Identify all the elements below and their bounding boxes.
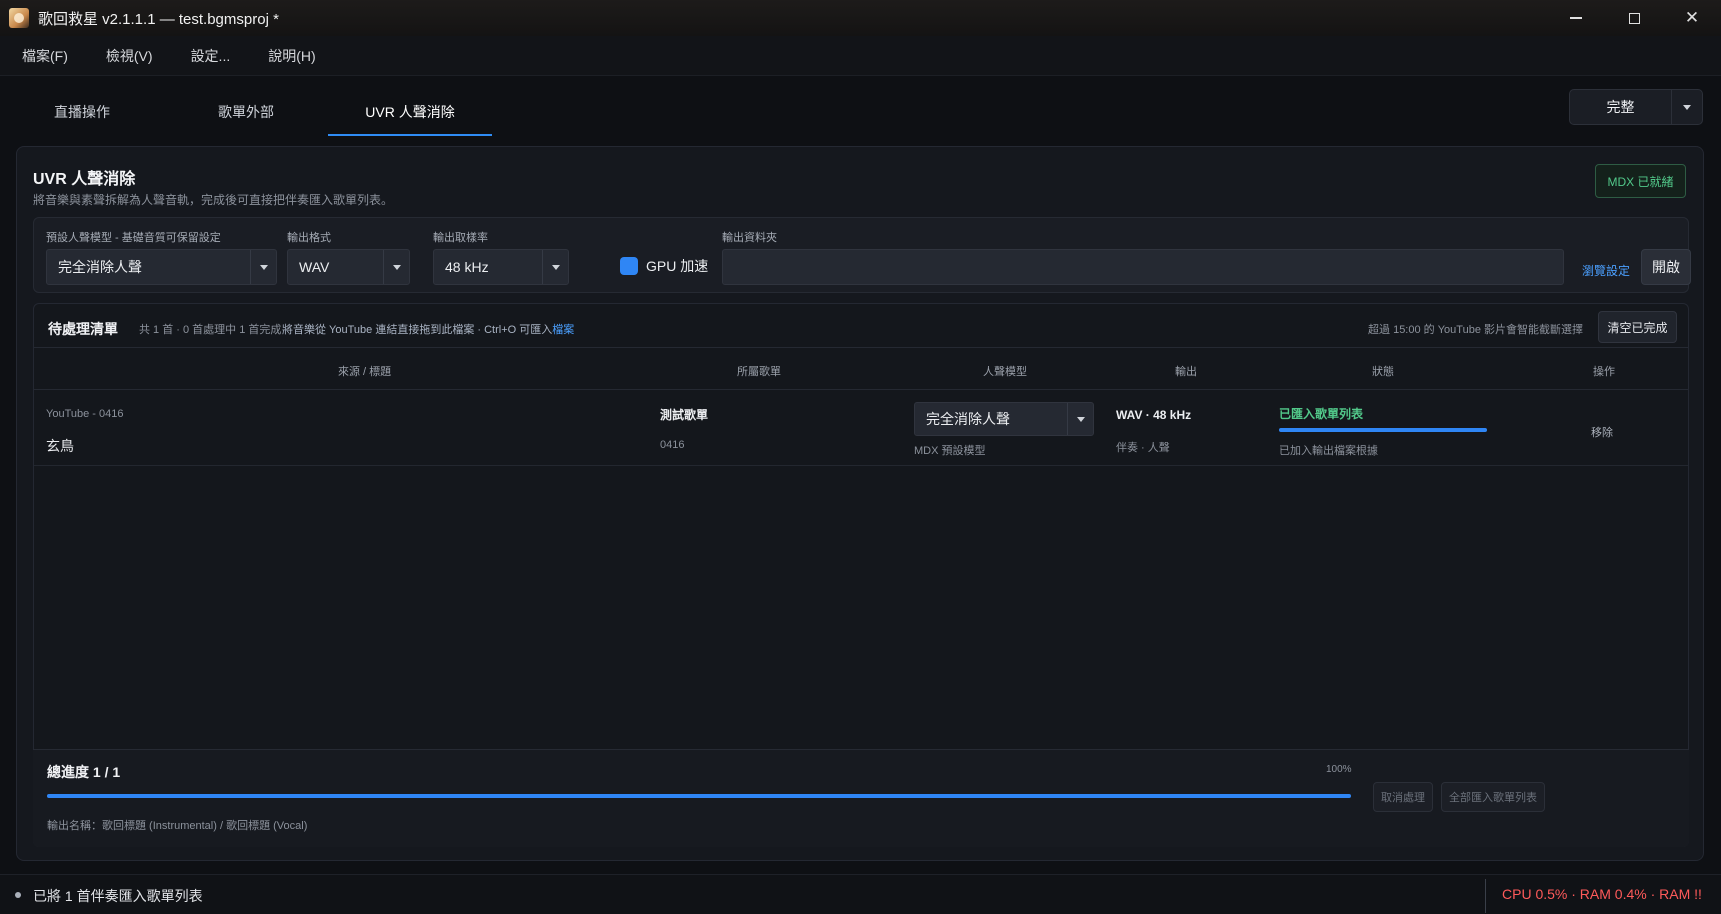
- row-status-sub: 已加入輸出檔案根據: [1279, 445, 1378, 457]
- row-playlist-id: 0416: [660, 439, 685, 451]
- row-progress-fill: [1279, 428, 1487, 432]
- output-folder-input[interactable]: [722, 249, 1564, 285]
- output-folder-label: 輸出資料夾: [722, 232, 777, 244]
- col-status: 狀態: [1372, 366, 1394, 378]
- col-action: 操作: [1593, 366, 1615, 378]
- menu-bar: 檔案(F) 檢視(V) 設定... 說明(H): [0, 36, 1721, 76]
- uvr-panel: UVR 人聲消除 將音樂與素聲拆解為人聲音軌，完成後可直接把伴奏匯入歌單列表。 …: [16, 146, 1704, 861]
- model-label: 預設人聲模型 - 基礎音質可保留設定: [46, 232, 221, 244]
- total-progress-fill: [47, 794, 1351, 798]
- queue-hint-text: 將音樂從 YouTube 連結直接拖到此檔案 · Ctrl+O 可匯入: [282, 324, 553, 336]
- resource-usage: CPU 0.5% · RAM 0.4% · RAM !!: [1502, 886, 1702, 902]
- output-name-format: 輸出名稱：歌回標題 (Instrumental) / 歌回標題 (Vocal): [47, 820, 308, 832]
- row-remove-button[interactable]: 移除: [1591, 424, 1613, 440]
- row-title: 玄鳥: [46, 438, 74, 454]
- mdx-status-badge: MDX 已就緒: [1595, 164, 1686, 198]
- tab-playlist-external[interactable]: 歌單外部: [164, 88, 328, 136]
- queue-hint: 將音樂從 YouTube 連結直接拖到此檔案 · Ctrl+O 可匯入檔案: [282, 321, 574, 337]
- chevron-down-icon: [392, 264, 401, 270]
- window-controls: ✕: [1547, 0, 1721, 36]
- main-tabs: 直播操作 歌單外部 UVR 人聲消除: [0, 88, 492, 136]
- total-progress-section: 總進度 1 / 1 100% 輸出名稱：歌回標題 (Instrumental) …: [33, 749, 1689, 847]
- window-title: 歌回救星 v2.1.1.1 — test.bgmsproj *: [38, 10, 279, 28]
- sample-rate-label: 輸出取樣率: [433, 232, 488, 244]
- sample-rate-select[interactable]: 48 kHz: [433, 249, 569, 285]
- menu-view[interactable]: 檢視(V): [98, 42, 161, 70]
- model-select-value: 完全消除人聲: [58, 259, 142, 275]
- row-model-select[interactable]: 完全消除人聲: [914, 402, 1094, 436]
- queue-title: 待處理清單: [48, 321, 118, 337]
- maximize-button[interactable]: [1605, 0, 1663, 36]
- row-model-value: 完全消除人聲: [926, 411, 1010, 427]
- row-source: YouTube - 0416: [46, 408, 124, 420]
- row-playlist: 測試歌單: [660, 408, 709, 422]
- maximize-icon: [1628, 12, 1640, 24]
- menu-help[interactable]: 說明(H): [260, 42, 323, 70]
- gpu-checkbox[interactable]: [620, 257, 638, 275]
- total-progress-bar: [47, 794, 1351, 798]
- col-playlist: 所屬歌單: [737, 366, 781, 378]
- close-button[interactable]: ✕: [1663, 0, 1721, 36]
- col-source: 來源 / 標題: [338, 366, 392, 378]
- chevron-down-icon: [1683, 104, 1691, 110]
- tab-uvr-vocal-removal[interactable]: UVR 人聲消除: [328, 88, 492, 136]
- queue-count: 共 1 首 · 0 首處理中 1 首完成: [139, 324, 282, 336]
- sample-rate-select-value: 48 kHz: [445, 259, 489, 275]
- col-output: 輸出: [1175, 366, 1197, 378]
- row-status: 已匯入歌單列表: [1279, 407, 1364, 421]
- import-all-button[interactable]: 全部匯入歌單列表: [1441, 782, 1545, 812]
- tab-live-operation[interactable]: 直播操作: [0, 88, 164, 136]
- mode-button[interactable]: 完整: [1570, 90, 1671, 124]
- menu-settings[interactable]: 設定...: [183, 42, 239, 70]
- settings-bar: 預設人聲模型 - 基礎音質可保留設定 完全消除人聲 輸出格式 WAV 輸出取樣率…: [33, 217, 1691, 293]
- model-select[interactable]: 完全消除人聲: [46, 249, 277, 285]
- row-model-sub: MDX 預設模型: [914, 445, 986, 457]
- mode-split-button: 完整: [1569, 89, 1703, 125]
- panel-title: UVR 人聲消除: [33, 171, 136, 188]
- minimize-button[interactable]: [1547, 0, 1605, 36]
- browse-link[interactable]: 瀏覽設定: [1582, 262, 1630, 279]
- row-output-sub: 伴奏 · 人聲: [1116, 442, 1170, 454]
- status-dot-icon: [15, 892, 21, 898]
- format-select-value: WAV: [299, 259, 330, 275]
- app-logo-icon: [9, 8, 29, 28]
- total-progress-percent: 100%: [1326, 764, 1352, 775]
- format-label: 輸出格式: [287, 232, 331, 244]
- cancel-processing-button[interactable]: 取消處理: [1373, 782, 1433, 812]
- title-bar: 歌回救星 v2.1.1.1 — test.bgmsproj * ✕: [0, 0, 1721, 36]
- chevron-down-icon: [259, 264, 268, 270]
- gpu-label: GPU 加速: [646, 258, 709, 274]
- import-file-link[interactable]: 檔案: [552, 324, 574, 336]
- status-message: 已將 1 首伴奏匯入歌單列表: [33, 888, 203, 904]
- col-model: 人聲模型: [983, 366, 1027, 378]
- total-progress-title: 總進度 1 / 1: [47, 764, 121, 780]
- minimize-icon: [1570, 17, 1582, 19]
- mode-dropdown-button[interactable]: [1671, 90, 1702, 124]
- sample-rate-select-dropdown[interactable]: [542, 250, 568, 284]
- row-output: WAV · 48 kHz: [1116, 408, 1192, 422]
- format-select[interactable]: WAV: [287, 249, 410, 285]
- table-row: YouTube - 0416 玄鳥 測試歌單 0416 完全消除人聲 MDX 預…: [34, 390, 1688, 466]
- chevron-down-icon: [551, 264, 560, 270]
- status-divider: [1485, 879, 1486, 913]
- format-select-dropdown[interactable]: [383, 250, 409, 284]
- table-header: 來源 / 標題 所屬歌單 人聲模型 輸出 狀態 操作: [34, 348, 1688, 390]
- close-icon: ✕: [1684, 8, 1700, 27]
- status-bar: 已將 1 首伴奏匯入歌單列表 CPU 0.5% · RAM 0.4% · RAM…: [0, 874, 1721, 914]
- model-select-dropdown[interactable]: [250, 250, 276, 284]
- chevron-down-icon: [1076, 416, 1085, 422]
- clear-completed-button[interactable]: 清空已完成: [1598, 311, 1677, 343]
- open-folder-button[interactable]: 開啟: [1641, 249, 1691, 285]
- row-model-dropdown[interactable]: [1067, 403, 1093, 435]
- menu-file[interactable]: 檔案(F): [14, 42, 76, 70]
- queue-note: 超過 15:00 的 YouTube 影片會智能截斷選擇: [1368, 324, 1583, 336]
- row-progress-bar: [1279, 428, 1487, 432]
- panel-subtitle: 將音樂與素聲拆解為人聲音軌，完成後可直接把伴奏匯入歌單列表。: [33, 193, 394, 207]
- gpu-toggle[interactable]: GPU 加速: [620, 256, 708, 276]
- queue-header: 待處理清單 共 1 首 · 0 首處理中 1 首完成 將音樂從 YouTube …: [34, 304, 1688, 348]
